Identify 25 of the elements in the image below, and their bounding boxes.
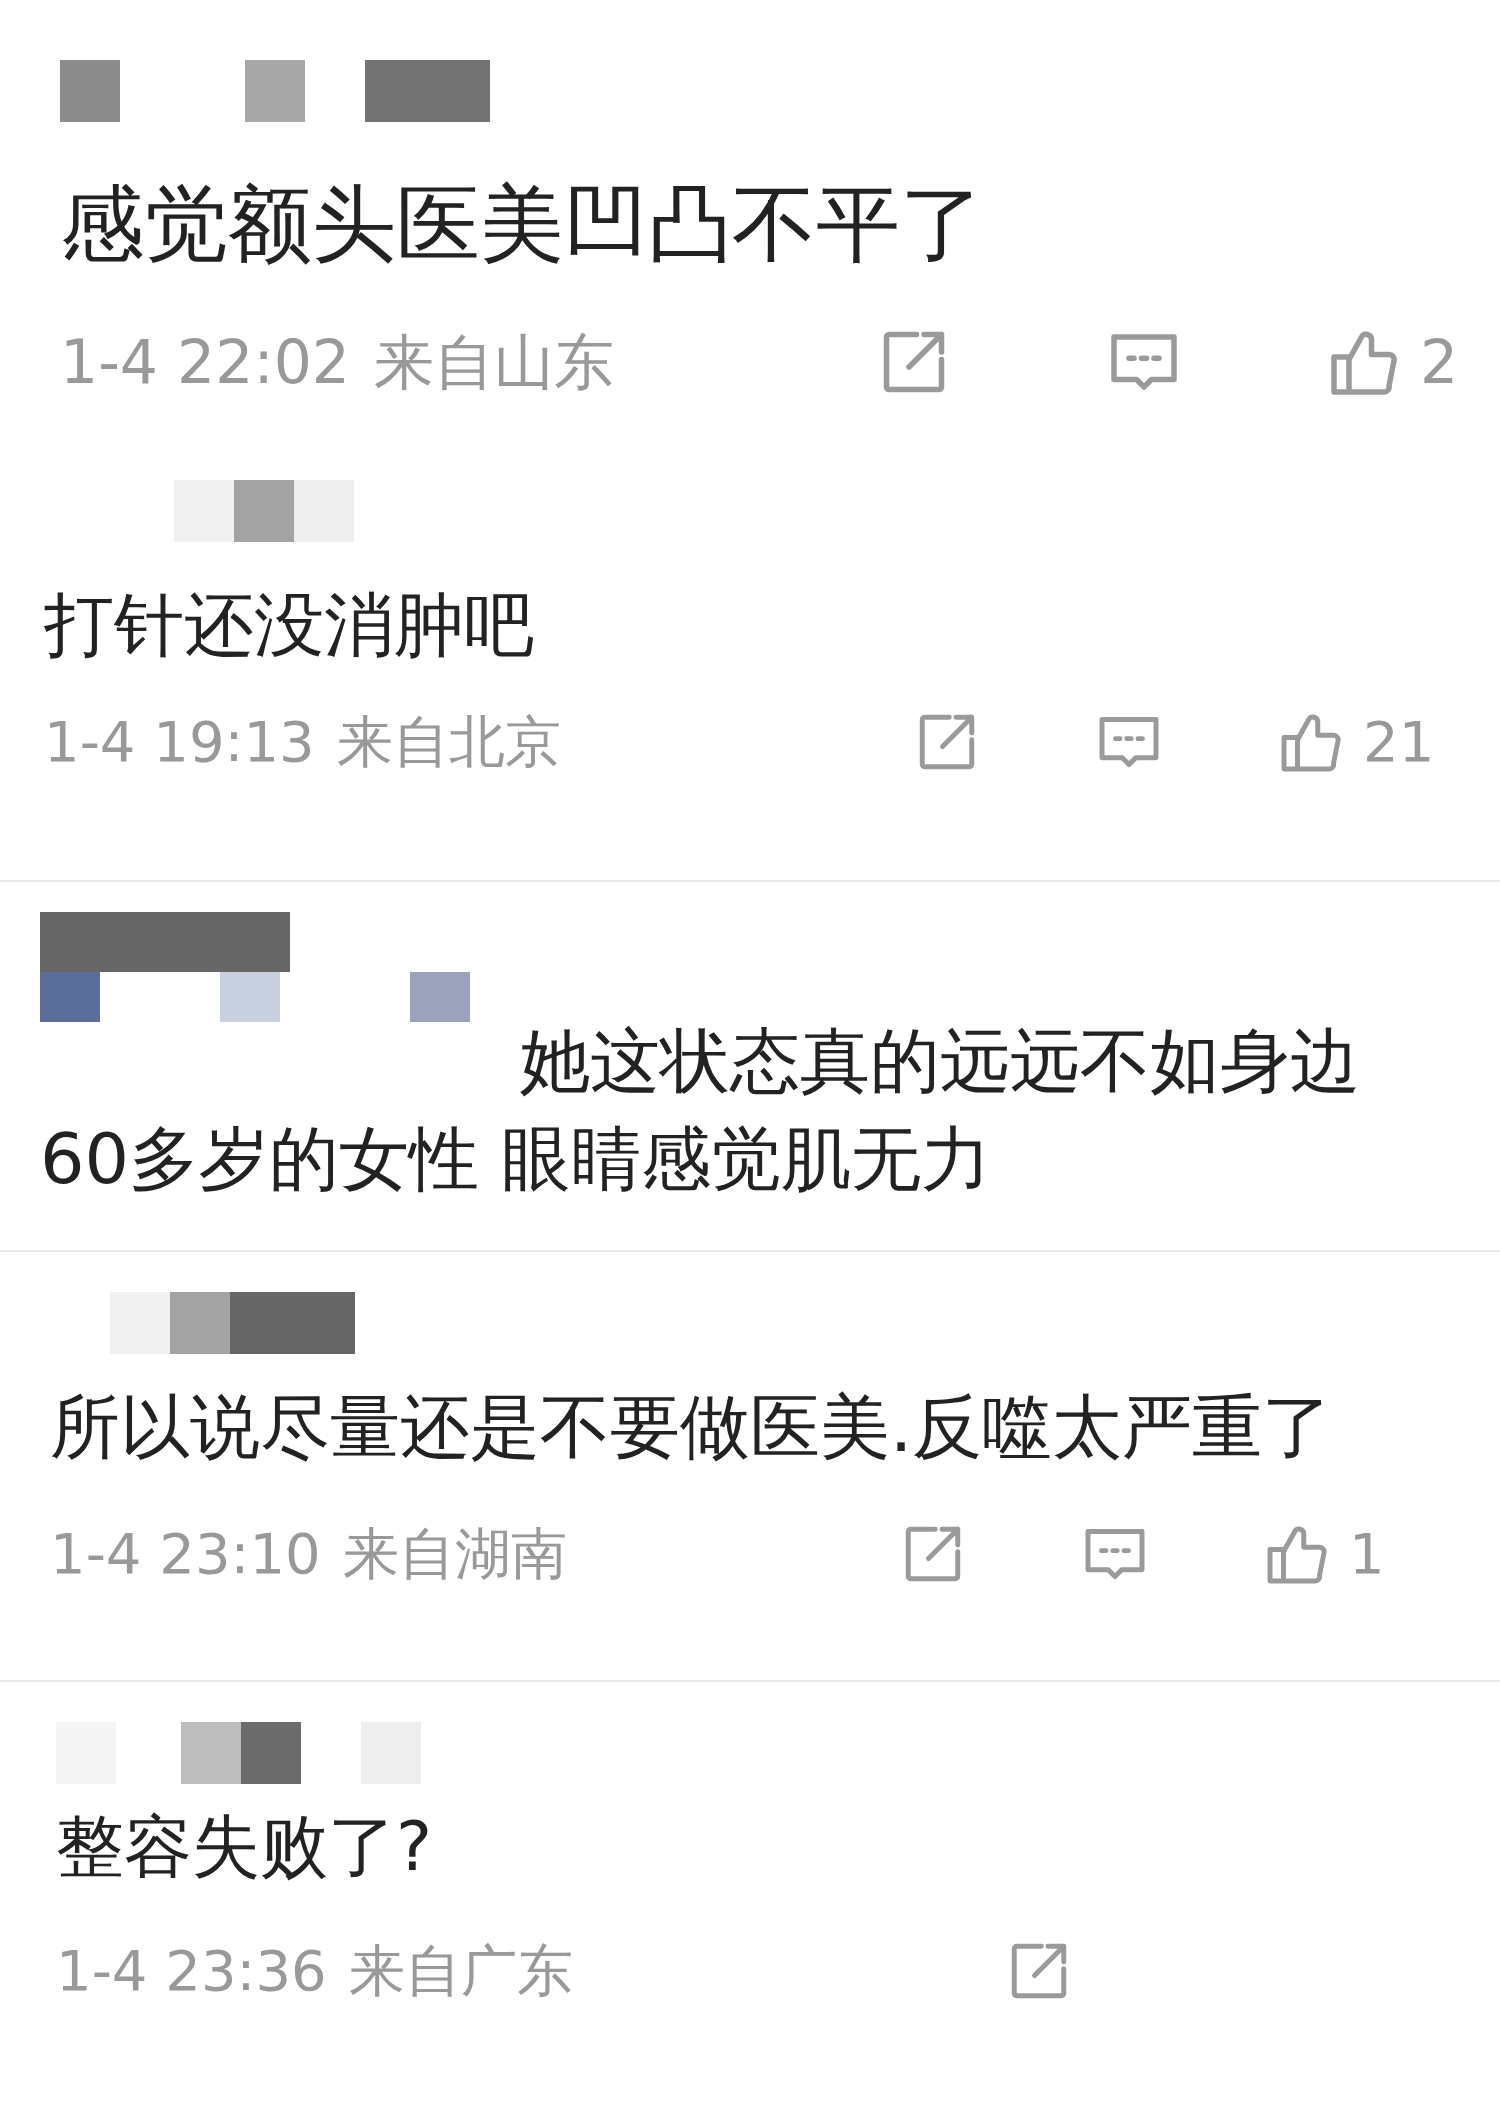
comment-text: 整容失败了? — [56, 1806, 434, 1888]
comment-text: 所以说尽量还是不要做医美.反噬太严重了 — [50, 1385, 1334, 1470]
blurred-username — [174, 480, 234, 542]
blurred-username — [110, 1292, 170, 1354]
like-button[interactable]: 2 — [1324, 317, 1459, 407]
comment-time: 1-4 23:36 — [56, 1937, 327, 2005]
blurred-username — [410, 972, 470, 1022]
like-button[interactable]: 1 — [1261, 1511, 1385, 1596]
comment-text: 她这状态真的远远不如身边60多岁的女性 眼睛感觉肌无力 — [40, 1019, 1361, 1202]
blurred-username — [245, 60, 305, 122]
comment-location: 来自湖南 — [343, 1519, 568, 1588]
comment-text: 感觉额头医美凹凸不平了 — [60, 174, 985, 275]
blurred-username — [241, 1722, 301, 1784]
comment-time: 1-4 23:10 — [50, 1519, 321, 1588]
comment-time: 1-4 19:13 — [44, 707, 315, 776]
like-button[interactable]: 21 — [1275, 699, 1435, 784]
comment-text: 打针还没消肿吧 — [44, 583, 535, 668]
comment-location: 来自广东 — [349, 1937, 574, 2005]
blurred-username — [60, 60, 120, 122]
comment-location: 来自北京 — [337, 707, 562, 776]
comment-location: 来自山东 — [374, 326, 614, 399]
blurred-username — [234, 480, 294, 542]
blurred-username — [181, 1722, 241, 1784]
comment-time: 1-4 22:02 — [60, 326, 350, 399]
blurred-username — [294, 480, 354, 542]
